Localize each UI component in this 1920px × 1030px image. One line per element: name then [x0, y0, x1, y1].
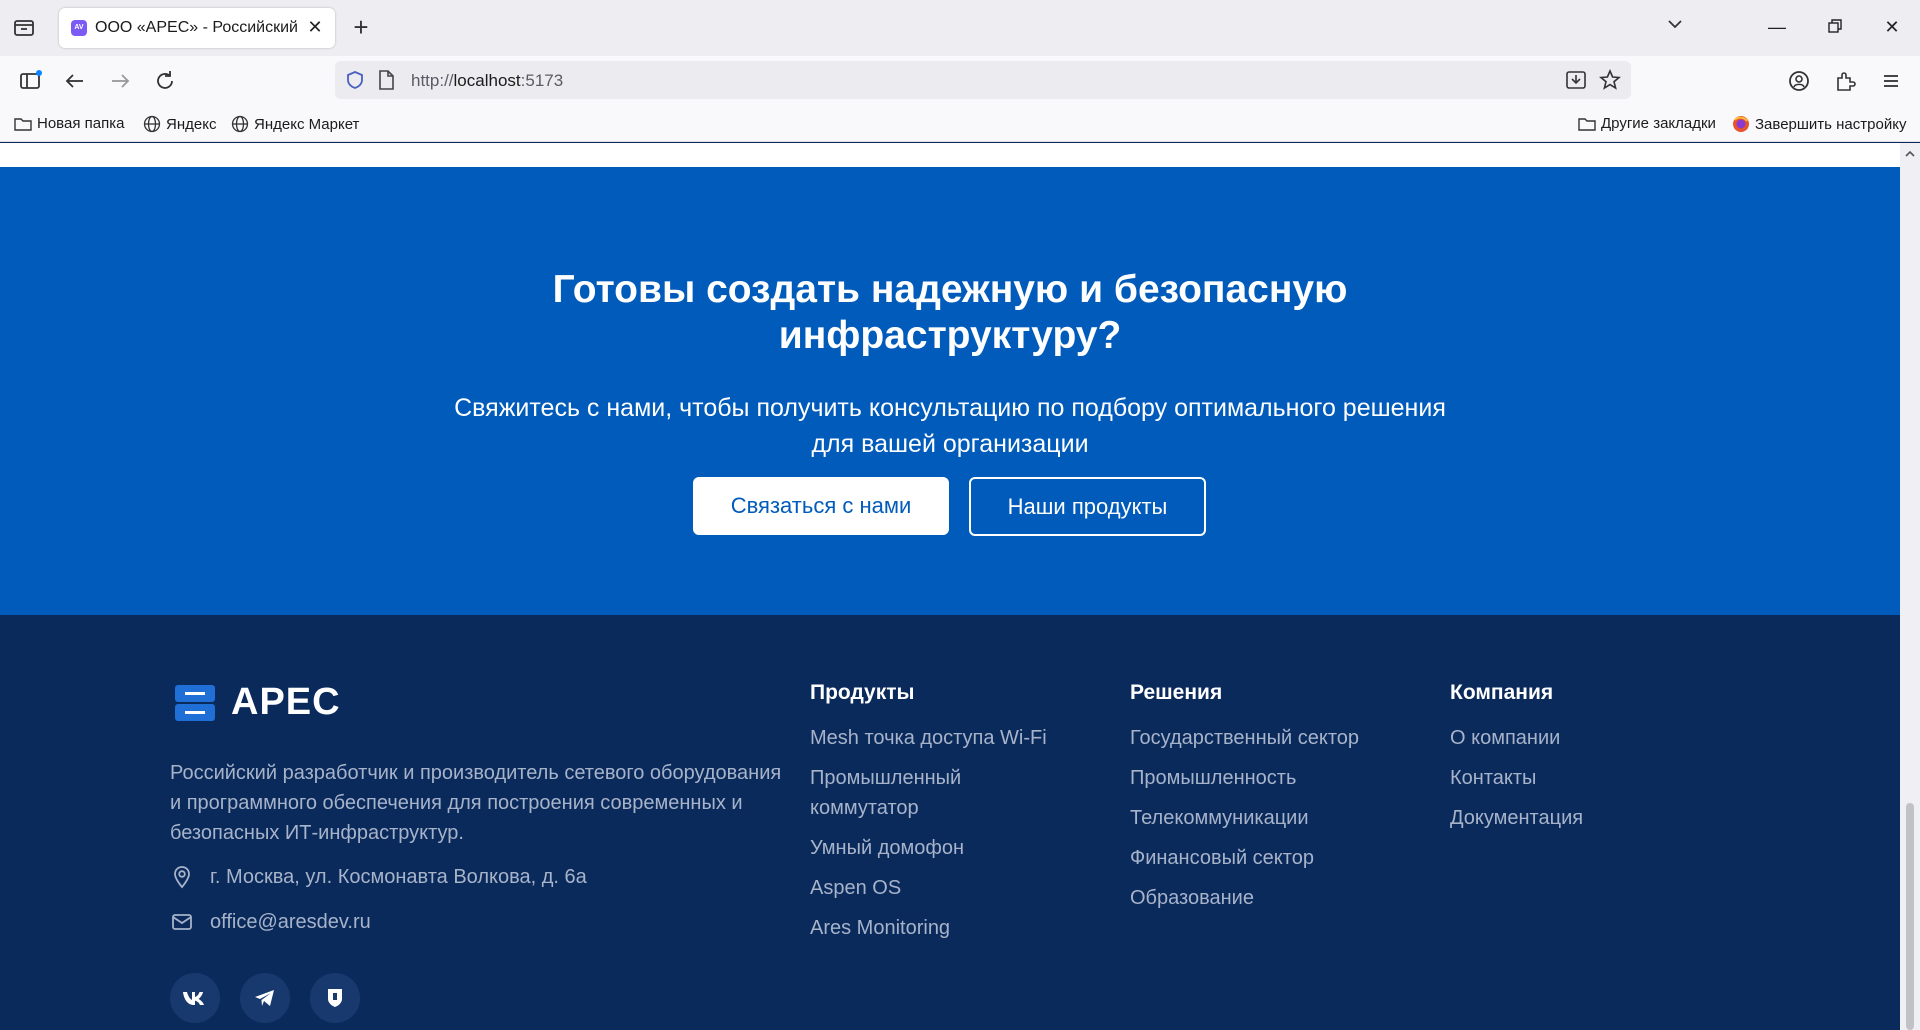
bookmark-yandex-market[interactable]: Яндекс Маркет — [231, 115, 359, 133]
browser-tab-active[interactable]: AV ООО «АРЕС» - Российский разработчик ✕ — [59, 8, 335, 48]
url-text[interactable]: http://localhost:5173 — [411, 71, 563, 91]
minimize-icon[interactable]: — — [1762, 14, 1792, 40]
tab-list-icon[interactable] — [12, 16, 38, 40]
social-links — [170, 973, 360, 1023]
footer-column-company: Компания О компании Контакты Документаци… — [1450, 681, 1583, 843]
close-tab-icon[interactable]: ✕ — [305, 17, 325, 37]
footer-link[interactable]: Образование — [1130, 883, 1359, 913]
firefox-icon — [1733, 116, 1749, 132]
bookmark-label: Яндекс Маркет — [254, 115, 360, 133]
footer-link[interactable]: Телекоммуникации — [1130, 803, 1359, 833]
footer-link[interactable]: О компании — [1450, 723, 1583, 753]
bookmark-label: Другие закладки — [1601, 115, 1716, 132]
footer-link[interactable]: Ares Monitoring — [810, 913, 1047, 943]
footer-link[interactable]: Документация — [1450, 803, 1583, 833]
shield-badge-icon[interactable] — [310, 973, 360, 1023]
cta-subtitle: Свяжитесь с нами, чтобы получить консуль… — [454, 394, 1446, 458]
footer-link[interactable]: Финансовый сектор — [1130, 843, 1359, 873]
column-title: Компания — [1450, 681, 1554, 704]
back-arrow-icon[interactable] — [62, 68, 88, 94]
forward-arrow-icon[interactable] — [107, 68, 133, 94]
bookmark-label: Яндекс — [166, 115, 217, 133]
address-text: г. Москва, ул. Космонавта Волкова, д. 6а — [210, 865, 587, 888]
footer-link[interactable]: Aspen OS — [810, 873, 1047, 903]
bookmark-yandex[interactable]: Яндекс — [143, 115, 216, 133]
column-title: Решения — [1130, 681, 1223, 704]
vk-icon[interactable] — [170, 973, 220, 1023]
sidebar-toggle-icon[interactable] — [18, 68, 44, 94]
contact-us-button[interactable]: Связаться с нами — [693, 477, 949, 535]
cta-section: Готовы создать надежную и безопасную инф… — [0, 167, 1900, 615]
scroll-up-chevron-icon[interactable] — [1904, 147, 1916, 159]
column-title: Продукты — [810, 681, 915, 704]
extensions-puzzle-icon[interactable] — [1832, 68, 1858, 94]
tab-list-chevron-down-icon[interactable] — [1660, 14, 1690, 40]
footer-address: г. Москва, ул. Космонавта Волкова, д. 6а — [170, 865, 587, 889]
globe-icon — [143, 115, 161, 133]
footer-link[interactable]: Промышленный коммутатор — [810, 763, 1010, 823]
url-bar[interactable]: http://localhost:5173 — [335, 61, 1631, 99]
our-products-button[interactable]: Наши продукты — [969, 477, 1206, 536]
footer-link[interactable]: Промышленность — [1130, 763, 1359, 793]
bookmark-label: Новая папка — [37, 115, 125, 132]
logo-icon — [175, 684, 215, 721]
telegram-icon[interactable] — [240, 973, 290, 1023]
bookmark-label: Завершить настройку — [1755, 115, 1907, 133]
footer-link[interactable]: Контакты — [1450, 763, 1583, 793]
footer-column-solutions: Решения Государственный сектор Промышлен… — [1130, 681, 1359, 923]
page-info-icon[interactable] — [377, 70, 395, 95]
globe-icon — [231, 115, 249, 133]
browser-nav-bar: http://localhost:5173 — [0, 56, 1920, 106]
location-pin-icon — [174, 866, 190, 889]
mail-icon — [172, 914, 192, 930]
save-to-pocket-icon[interactable] — [1565, 70, 1587, 95]
bookmark-finish-setup[interactable]: Завершить настройку — [1732, 115, 1906, 133]
footer-email[interactable]: office@aresdev.ru — [170, 910, 371, 934]
footer-link[interactable]: Государственный сектор — [1130, 723, 1359, 753]
footer-link[interactable]: Mesh точка доступа Wi-Fi — [810, 723, 1047, 753]
scrollbar-thumb[interactable] — [1906, 803, 1914, 1030]
shield-icon[interactable] — [345, 70, 365, 95]
bookmark-star-icon[interactable] — [1598, 68, 1622, 96]
cta-title: Готовы создать надежную и безопасную инф… — [552, 268, 1348, 357]
bookmarks-toolbar: Новая папка Яндекс Яндекс Маркет Другие … — [0, 106, 1920, 142]
site-footer: АРЕС Российский разработчик и производит… — [0, 615, 1900, 1030]
logo-text: АРЕС — [231, 681, 341, 723]
bookmark-new-folder[interactable]: Новая папка — [14, 115, 124, 132]
new-tab-plus-icon[interactable]: + — [348, 14, 374, 40]
reload-icon[interactable] — [152, 68, 178, 94]
account-icon[interactable] — [1786, 68, 1812, 94]
folder-icon — [1578, 117, 1596, 131]
folder-icon — [14, 117, 32, 131]
site-favicon-icon: AV — [71, 20, 87, 36]
bookmark-other[interactable]: Другие закладки — [1578, 115, 1716, 132]
email-text[interactable]: office@aresdev.ru — [210, 911, 371, 934]
footer-column-products: Продукты Mesh точка доступа Wi-Fi Промыш… — [810, 681, 1047, 953]
footer-description: Российский разработчик и производитель с… — [170, 762, 782, 844]
restore-icon[interactable] — [1820, 14, 1850, 40]
footer-logo[interactable]: АРЕС — [175, 681, 341, 724]
browser-tab-bar: AV ООО «АРЕС» - Российский разработчик ✕… — [0, 0, 1920, 56]
footer-link[interactable]: Умный домофон — [810, 833, 1047, 863]
page-viewport: Готовы создать надежную и безопасную инф… — [0, 143, 1900, 1030]
menu-hamburger-icon[interactable] — [1878, 68, 1904, 94]
close-window-icon[interactable]: ✕ — [1877, 14, 1907, 40]
tab-title: ООО «АРЕС» - Российский разработчик — [95, 19, 301, 36]
page-scrollbar[interactable] — [1900, 143, 1920, 1030]
